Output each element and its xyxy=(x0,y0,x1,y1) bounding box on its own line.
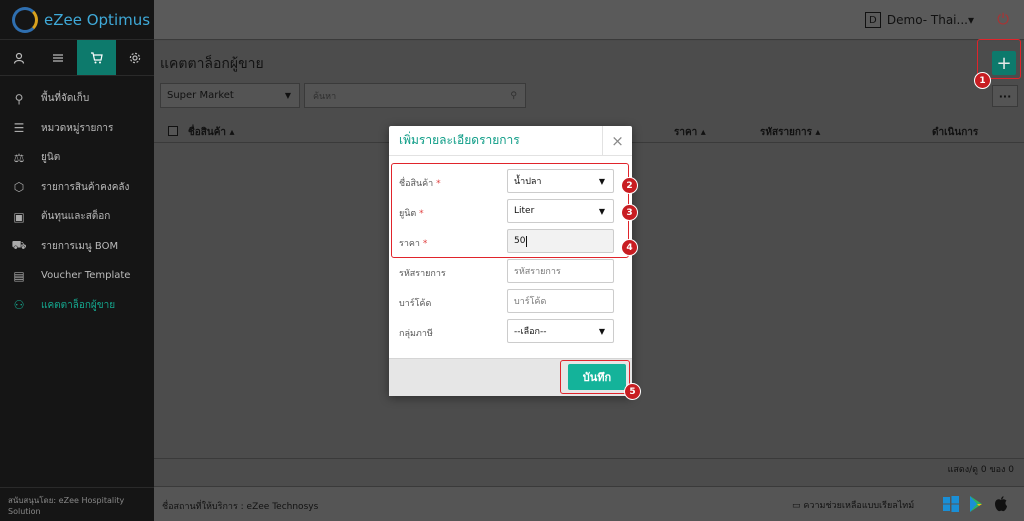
sidebar-item-vendor-catalog[interactable]: ⚇ แคตตาล็อกผู้ขาย xyxy=(0,291,154,321)
code-row: รหัสรายการ รหัสรายการ xyxy=(399,259,614,283)
sidebar-item-label: แคตตาล็อกผู้ขาย xyxy=(41,299,116,311)
list-icon: ☰ xyxy=(13,121,25,136)
box-icon: ⬡ xyxy=(13,180,25,195)
col-item-code[interactable]: รหัสรายการ ▴ xyxy=(760,125,820,140)
cart-icon: ⛟ xyxy=(11,238,27,253)
property-name: Demo- Thai...▾ xyxy=(886,13,974,27)
hamburger-icon xyxy=(52,53,63,62)
item-code-placeholder: รหัสรายการ xyxy=(514,267,561,277)
google-play-icon[interactable] xyxy=(967,495,985,513)
windows-icon[interactable] xyxy=(942,495,960,513)
sidebar-item-bom[interactable]: ⛟ รายการเมนู BOM xyxy=(0,232,154,262)
step-badge-2: 2 xyxy=(621,177,638,194)
provider-text: ชื่อสถานที่ให้บริการ : eZee Technosys xyxy=(162,502,319,512)
ezee-logo-icon xyxy=(12,6,38,33)
sidebar-menu: ⚲ พื้นที่จัดเก็บ ☰ หมวดหมู่รายการ ⚖ ยูนิต ⬡… xyxy=(0,84,154,320)
sidebar-item-voucher[interactable]: ▤ Voucher Template xyxy=(0,261,154,291)
highlight-required-fields xyxy=(391,163,629,258)
top-bar: D Demo- Thai...▾ ⏻ xyxy=(154,0,1024,40)
modal-title: เพิ่มรายละเอียดรายการ xyxy=(399,133,520,147)
tax-group-select[interactable]: --เลือก-- ▼ xyxy=(507,319,614,343)
step-badge-1: 1 xyxy=(974,72,991,89)
cart-icon xyxy=(90,51,103,63)
menu-tab[interactable] xyxy=(39,40,78,75)
col-action: ดำเนินการ xyxy=(932,127,979,138)
user-icon xyxy=(14,52,25,64)
sidebar-item-label: Voucher Template xyxy=(41,270,131,282)
tax-label: กลุ่มภาษี xyxy=(399,329,433,339)
highlight-save-button xyxy=(560,360,630,394)
ellipsis-icon: ··· xyxy=(998,89,1012,103)
gear-icon xyxy=(129,52,140,63)
col-product-name[interactable]: ชื่อสินค้า ▴ xyxy=(188,125,235,140)
user-tab[interactable] xyxy=(0,40,39,75)
user-icon: ⚇ xyxy=(13,298,25,313)
supplier-filter-select[interactable]: Super Market ▼ xyxy=(160,83,300,108)
power-icon[interactable]: ⏻ xyxy=(994,10,1012,28)
sidebar-item-label: รายการสินค้าคงคลัง xyxy=(41,181,130,193)
step-badge-4: 4 xyxy=(621,239,638,256)
settings-tab[interactable] xyxy=(116,40,155,75)
more-options-button[interactable]: ··· xyxy=(992,85,1018,107)
tax-value: --เลือก-- xyxy=(514,327,547,337)
close-icon: × xyxy=(611,132,624,150)
barcode-label: บาร์โค้ด xyxy=(399,299,432,309)
scale-icon: ⚖ xyxy=(13,150,25,165)
sidebar-item-label: ยูนิต xyxy=(41,152,61,164)
property-badge: D xyxy=(864,12,881,28)
close-button[interactable]: × xyxy=(602,126,632,156)
item-code-input[interactable]: รหัสรายการ xyxy=(507,259,614,283)
sidebar-item-label: รายการเมนู BOM xyxy=(41,240,119,252)
filter-value: Super Market xyxy=(167,90,234,101)
property-selector[interactable]: D Demo- Thai...▾ xyxy=(864,12,974,28)
pagination-info: แสดง/ดู 0 ของ 0 xyxy=(947,465,1014,475)
step-badge-3: 3 xyxy=(621,204,638,221)
chat-icon: ▭ xyxy=(792,501,801,511)
help-link[interactable]: ▭ ความช่วยเหลือแบบเรียลไทม์ xyxy=(792,498,914,512)
code-label: รหัสรายการ xyxy=(399,269,446,279)
col-price[interactable]: ราคา ▴ xyxy=(674,125,706,140)
caret-down-icon: ▼ xyxy=(284,91,291,100)
sidebar-item-inventory[interactable]: ⬡ รายการสินค้าคงคลัง xyxy=(0,173,154,203)
select-all-checkbox[interactable] xyxy=(168,126,178,136)
apple-icon[interactable] xyxy=(992,495,1010,513)
step-badge-5: 5 xyxy=(624,383,641,400)
sidebar-item-cost-stock[interactable]: ▣ ต้นทุนและสต็อก xyxy=(0,202,154,232)
sidebar-item-label: ต้นทุนและสต็อก xyxy=(41,211,111,223)
search-placeholder: ค้นหา xyxy=(313,91,337,102)
tax-row: กลุ่มภาษี --เลือก-- ▼ xyxy=(399,319,614,343)
search-icon: ⚲ xyxy=(510,90,517,101)
caret-down-icon: ▼ xyxy=(598,326,605,336)
search-input[interactable]: ค้นหา ⚲ xyxy=(304,83,526,108)
sidebar-tabs xyxy=(0,40,154,76)
barcode-row: บาร์โค้ด บาร์โค้ด xyxy=(399,289,614,313)
sidebar-item-storage[interactable]: ⚲ พื้นที่จัดเก็บ xyxy=(0,84,154,114)
sidebar-footer: สนับสนุนโดย: eZee Hospitality Solution xyxy=(0,487,154,521)
sidebar: eZee Optimus ⚲ พื้นที่จัดเก็บ ☰ หมวดหมู่รา… xyxy=(0,0,154,521)
voucher-icon: ▤ xyxy=(13,268,25,283)
modal-header: เพิ่มรายละเอียดรายการ × xyxy=(389,126,632,156)
logo: eZee Optimus xyxy=(0,0,154,40)
help-text: ความช่วยเหลือแบบเรียลไทม์ xyxy=(803,501,915,511)
bottom-bar: ชื่อสถานที่ให้บริการ : eZee Technosys ▭ … xyxy=(154,486,1024,521)
location-pin-icon: ⚲ xyxy=(14,91,24,106)
divider xyxy=(154,458,1024,459)
page-title: แคตตาล็อกผู้ขาย xyxy=(160,56,264,72)
sidebar-item-units[interactable]: ⚖ ยูนิต xyxy=(0,143,154,173)
sidebar-item-label: หมวดหมู่รายการ xyxy=(41,122,114,134)
barcode-input[interactable]: บาร์โค้ด xyxy=(507,289,614,313)
sidebar-item-categories[interactable]: ☰ หมวดหมู่รายการ xyxy=(0,114,154,144)
inventory-tab[interactable] xyxy=(77,40,116,75)
sidebar-item-label: พื้นที่จัดเก็บ xyxy=(41,93,90,105)
barcode-placeholder: บาร์โค้ด xyxy=(514,297,547,307)
money-icon: ▣ xyxy=(13,209,25,224)
logo-text: eZee Optimus xyxy=(44,10,151,29)
